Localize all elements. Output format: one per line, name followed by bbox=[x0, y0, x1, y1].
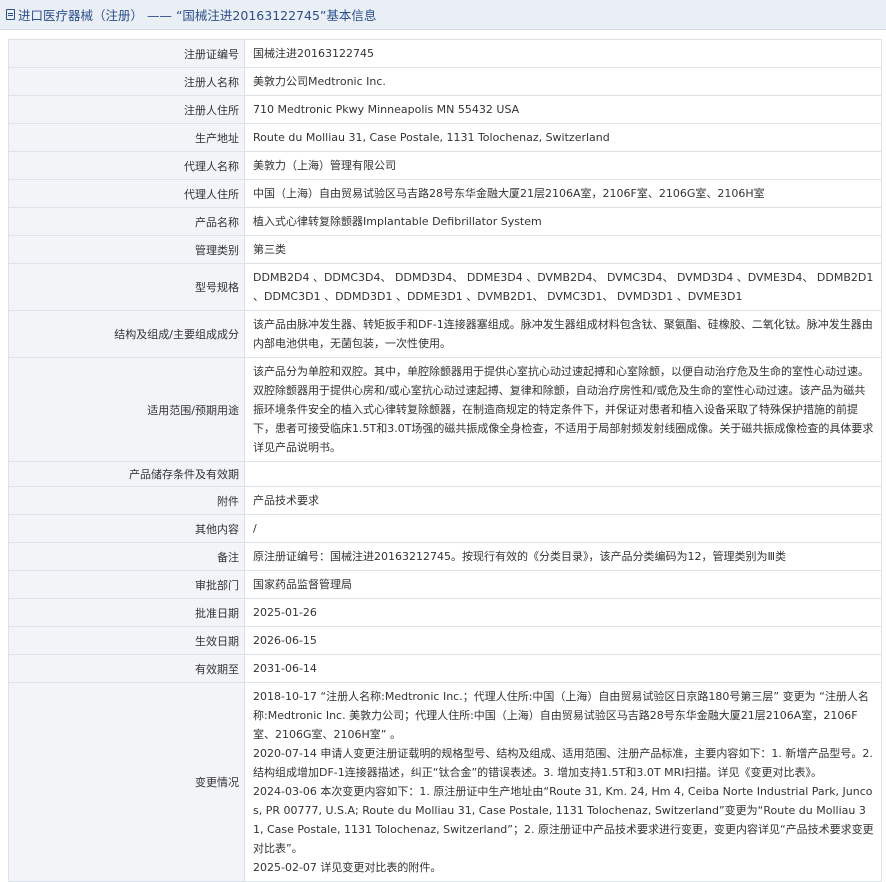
table-row: 批准日期 2025-01-26 bbox=[8, 598, 882, 627]
field-label: 备注 bbox=[8, 542, 245, 571]
table-row: 审批部门 国家药品监督管理局 bbox=[8, 570, 882, 599]
table-row-changes: 变更情况 2018-10-17 “注册人名称:Medtronic Inc.；代理人… bbox=[8, 682, 882, 882]
field-value: 2031-06-14 bbox=[244, 654, 882, 683]
field-value: 710 Medtronic Pkwy Minneapolis MN 55432 … bbox=[244, 95, 882, 124]
table-row: 生产地址 Route du Molliau 31, Case Postale, 1… bbox=[8, 123, 882, 152]
table-row: 结构及组成/主要组成成分 该产品由脉冲发生器、转矩扳手和DF-1连接器塞组成。脉冲… bbox=[8, 310, 882, 358]
field-value bbox=[244, 461, 882, 487]
field-label: 生效日期 bbox=[8, 626, 245, 655]
field-value: 美敦力（上海）管理有限公司 bbox=[244, 151, 882, 180]
field-value: 第三类 bbox=[244, 235, 882, 264]
field-label: 管理类别 bbox=[8, 235, 245, 264]
field-value: 美敦力公司Medtronic Inc. bbox=[244, 67, 882, 96]
page-title-bar: 进口医疗器械（注册） —— “国械注进20163122745”基本信息 bbox=[0, 0, 886, 30]
table-row: 代理人名称 美敦力（上海）管理有限公司 bbox=[8, 151, 882, 180]
field-value: / bbox=[244, 514, 882, 543]
field-value: 原注册证编号：国械注进20163212745。按现行有效的《分类目录》，该产品分… bbox=[244, 542, 882, 571]
table-row: 注册证编号 国械注进20163122745 bbox=[8, 39, 882, 68]
field-value: 该产品分为单腔和双腔。其中，单腔除颤器用于提供心室抗心动过速起搏和心室除颤，以便… bbox=[244, 357, 882, 462]
table-row: 备注 原注册证编号：国械注进20163212745。按现行有效的《分类目录》，该产… bbox=[8, 542, 882, 571]
table-row: 其他内容 / bbox=[8, 514, 882, 543]
field-label: 生产地址 bbox=[8, 123, 245, 152]
document-icon bbox=[6, 9, 15, 20]
change-entry: 2018-10-17 “注册人名称:Medtronic Inc.；代理人住所:中… bbox=[253, 690, 869, 741]
field-label: 注册人住所 bbox=[8, 95, 245, 124]
field-label: 产品储存条件及有效期 bbox=[8, 461, 245, 487]
info-table: 注册证编号 国械注进20163122745 注册人名称 美敦力公司Medtronic … bbox=[8, 39, 882, 882]
table-row: 附件 产品技术要求 bbox=[8, 486, 882, 515]
table-row: 型号规格 DDMB2D4 、DDMC3D4、 DDMD3D4、 DDME3D4 、… bbox=[8, 263, 882, 311]
field-label: 附件 bbox=[8, 486, 245, 515]
field-label: 其他内容 bbox=[8, 514, 245, 543]
page-title: 进口医疗器械（注册） —— “国械注进20163122745”基本信息 bbox=[18, 8, 377, 23]
field-label: 变更情况 bbox=[8, 682, 245, 882]
field-value: 中国（上海）自由贸易试验区马吉路28号东华金融大厦21层2106A室，2106F… bbox=[244, 179, 882, 208]
field-value: 国械注进20163122745 bbox=[244, 39, 882, 68]
field-value: 产品技术要求 bbox=[244, 486, 882, 515]
field-value: 植入式心律转复除颤器Implantable Defibrillator Syst… bbox=[244, 207, 882, 236]
table-row: 代理人住所 中国（上海）自由贸易试验区马吉路28号东华金融大厦21层2106A室，… bbox=[8, 179, 882, 208]
field-value: DDMB2D4 、DDMC3D4、 DDMD3D4、 DDME3D4 、DVMB… bbox=[244, 263, 882, 311]
field-label: 产品名称 bbox=[8, 207, 245, 236]
field-value: 2025-01-26 bbox=[244, 598, 882, 627]
table-row: 适用范围/预期用途 该产品分为单腔和双腔。其中，单腔除颤器用于提供心室抗心动过速起… bbox=[8, 357, 882, 462]
field-value: Route du Molliau 31, Case Postale, 1131 … bbox=[244, 123, 882, 152]
table-row: 生效日期 2026-06-15 bbox=[8, 626, 882, 655]
field-label: 注册证编号 bbox=[8, 39, 245, 68]
table-row: 注册人住所 710 Medtronic Pkwy Minneapolis MN 5… bbox=[8, 95, 882, 124]
field-label: 注册人名称 bbox=[8, 67, 245, 96]
table-row: 注册人名称 美敦力公司Medtronic Inc. bbox=[8, 67, 882, 96]
field-value: 国家药品监督管理局 bbox=[244, 570, 882, 599]
change-entry: 2020-07-14 申请人变更注册证载明的规格型号、结构及组成、适用范围、注册… bbox=[253, 747, 873, 779]
field-label: 批准日期 bbox=[8, 598, 245, 627]
field-label: 适用范围/预期用途 bbox=[8, 357, 245, 462]
table-row: 管理类别 第三类 bbox=[8, 235, 882, 264]
table-row: 有效期至 2031-06-14 bbox=[8, 654, 882, 683]
field-label: 结构及组成/主要组成成分 bbox=[8, 310, 245, 358]
change-entry: 2025-02-07 详见变更对比表的附件。 bbox=[253, 861, 442, 874]
table-row: 产品储存条件及有效期 bbox=[8, 461, 882, 487]
field-label: 有效期至 bbox=[8, 654, 245, 683]
field-label: 代理人名称 bbox=[8, 151, 245, 180]
table-row: 产品名称 植入式心律转复除颤器Implantable Defibrillator … bbox=[8, 207, 882, 236]
change-history: 2018-10-17 “注册人名称:Medtronic Inc.；代理人住所:中… bbox=[244, 682, 882, 882]
field-label: 代理人住所 bbox=[8, 179, 245, 208]
change-entry: 2024-03-06 本次变更内容如下：1. 原注册证中生产地址由“Route … bbox=[253, 785, 874, 855]
field-label: 型号规格 bbox=[8, 263, 245, 311]
field-label: 审批部门 bbox=[8, 570, 245, 599]
field-value: 该产品由脉冲发生器、转矩扳手和DF-1连接器塞组成。脉冲发生器组成材料包含钛、聚… bbox=[244, 310, 882, 358]
field-value: 2026-06-15 bbox=[244, 626, 882, 655]
